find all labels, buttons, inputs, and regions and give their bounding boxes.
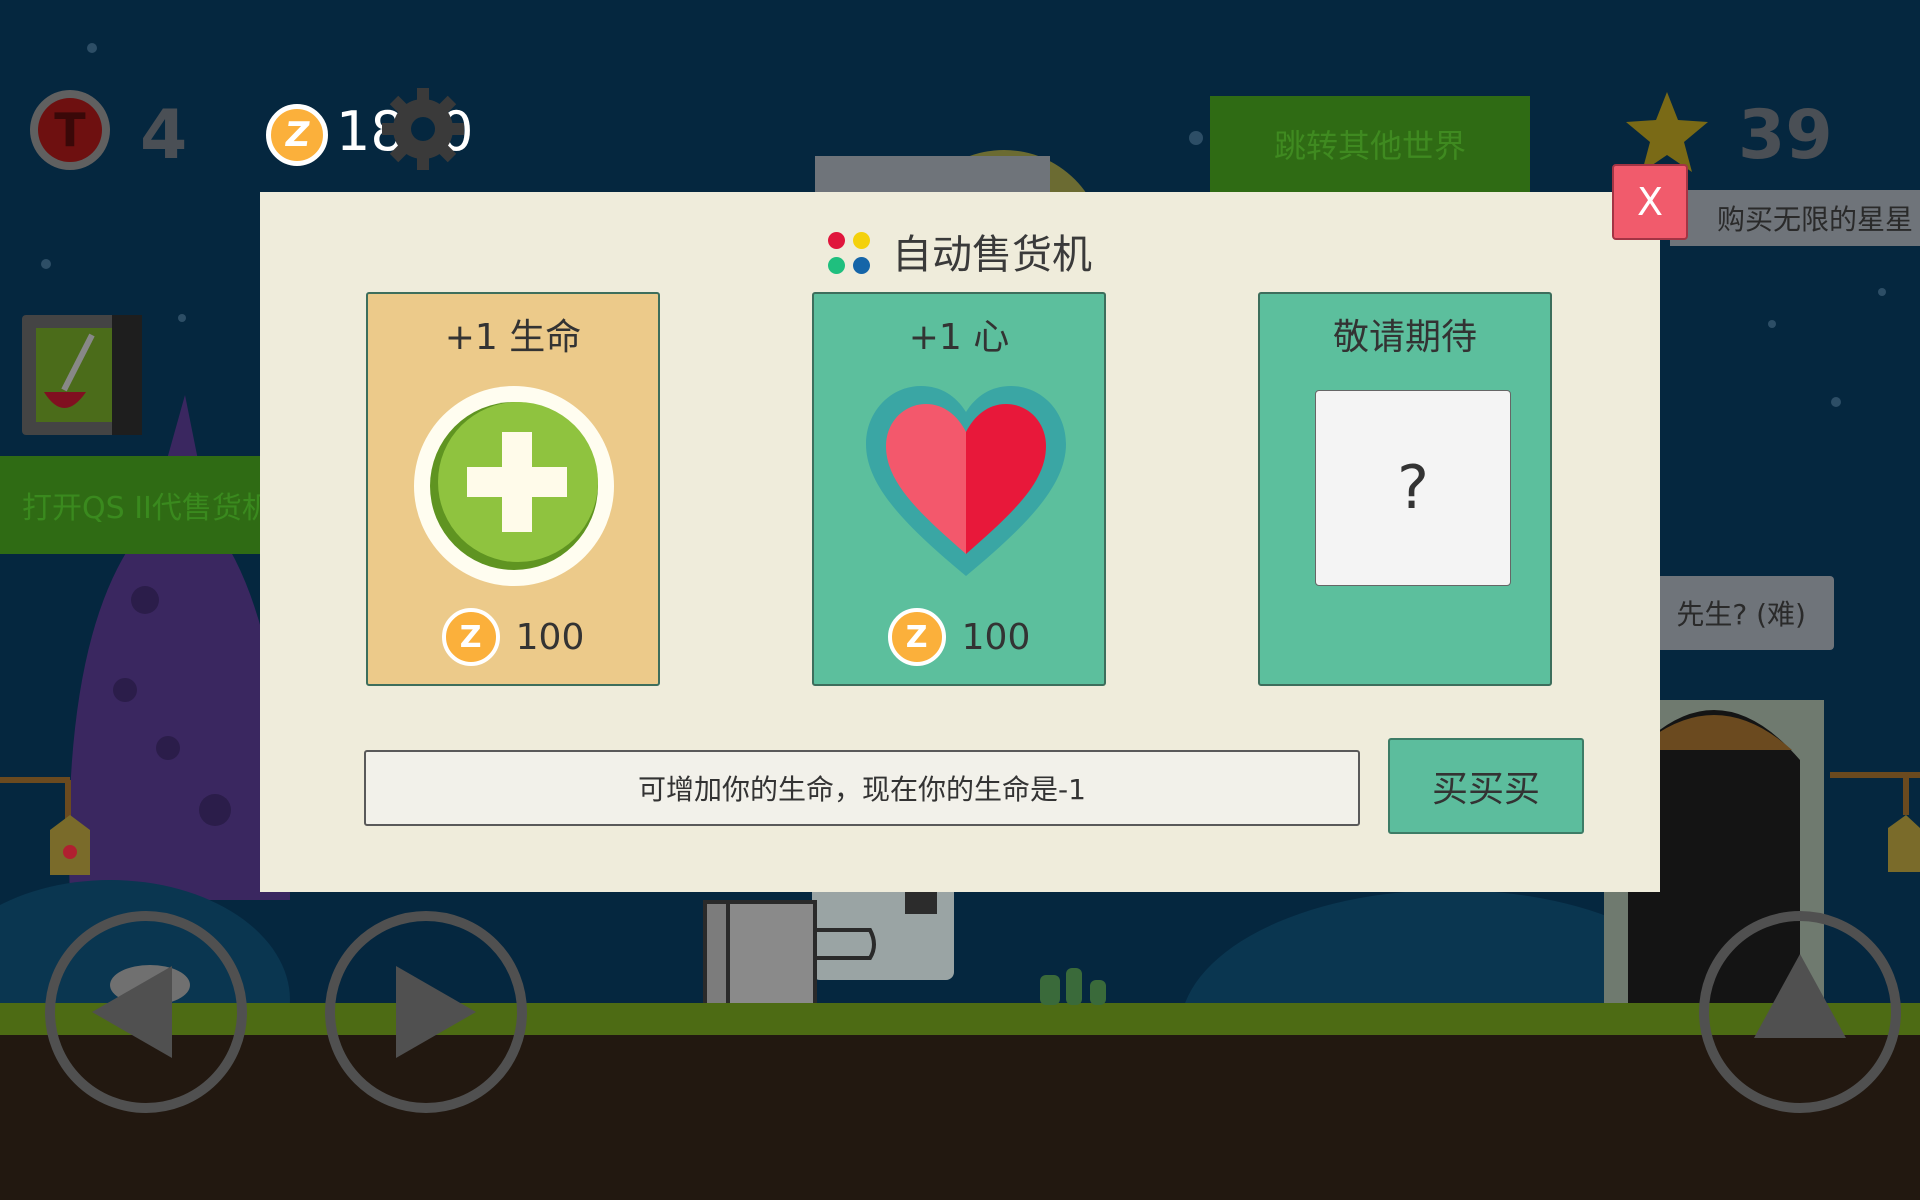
price-coin-icon: Z (441, 608, 500, 666)
move-left-button[interactable] (44, 910, 248, 1114)
coin-letter: Z (459, 619, 482, 655)
left-arrow-icon (92, 966, 172, 1058)
dialog-header: 自动售货机 (260, 222, 1660, 280)
lives-badge: T (30, 90, 110, 170)
buy-button[interactable]: 买买买 (1388, 738, 1584, 834)
plus-circle-icon (414, 386, 614, 586)
settings-gear-icon[interactable] (378, 84, 468, 174)
vending-machine-dialog: 自动售货机 +1 生命 Z 100 +1 心 Z 100 敬请期待 ? 可增加你… (260, 192, 1660, 892)
product-title: +1 心 (908, 317, 1010, 358)
product-price: Z 100 (814, 608, 1104, 666)
jump-world-button[interactable]: 跳转其他世界 (1210, 96, 1530, 192)
close-button[interactable]: X (1612, 164, 1688, 240)
product-card-coming-soon[interactable]: 敬请期待 ? (1258, 292, 1552, 686)
question-box-icon: ? (1315, 390, 1511, 586)
move-right-button[interactable] (324, 910, 528, 1114)
question-placeholder: ? (1397, 453, 1429, 523)
product-title: +1 生命 (444, 317, 582, 358)
product-price: Z 100 (368, 608, 658, 666)
heart-icon (866, 386, 1066, 576)
lives-count: 4 (140, 96, 188, 175)
product-card-life[interactable]: +1 生命 Z 100 (366, 292, 660, 686)
price-value: 100 (961, 616, 1031, 658)
product-title: 敬请期待 (1332, 317, 1477, 358)
right-arrow-icon (396, 966, 476, 1058)
product-card-heart[interactable]: +1 心 Z 100 (812, 292, 1106, 686)
buy-stars-button[interactable]: 购买无限的星星 (1670, 190, 1920, 246)
vending-logo-icon (828, 232, 870, 274)
dialog-title: 自动售货机 (892, 232, 1092, 278)
lives-badge-letter: T (38, 98, 102, 162)
price-value: 100 (515, 616, 585, 658)
coin-letter: Z (281, 115, 313, 155)
logo-dot (828, 232, 845, 249)
item-description: 可增加你的生命，现在你的生命是-1 (364, 750, 1360, 826)
logo-dot (828, 257, 845, 274)
jump-button[interactable] (1698, 910, 1902, 1114)
logo-dot (853, 232, 870, 249)
open-qs-vending-button[interactable]: 打开QS II代售货机 (0, 456, 300, 554)
star-count: 39 (1738, 96, 1833, 175)
price-coin-icon: Z (887, 608, 946, 666)
coin-letter: Z (905, 619, 928, 655)
coin-icon: Z (266, 104, 328, 166)
logo-dot (853, 257, 870, 274)
up-arrow-icon (1754, 954, 1846, 1038)
